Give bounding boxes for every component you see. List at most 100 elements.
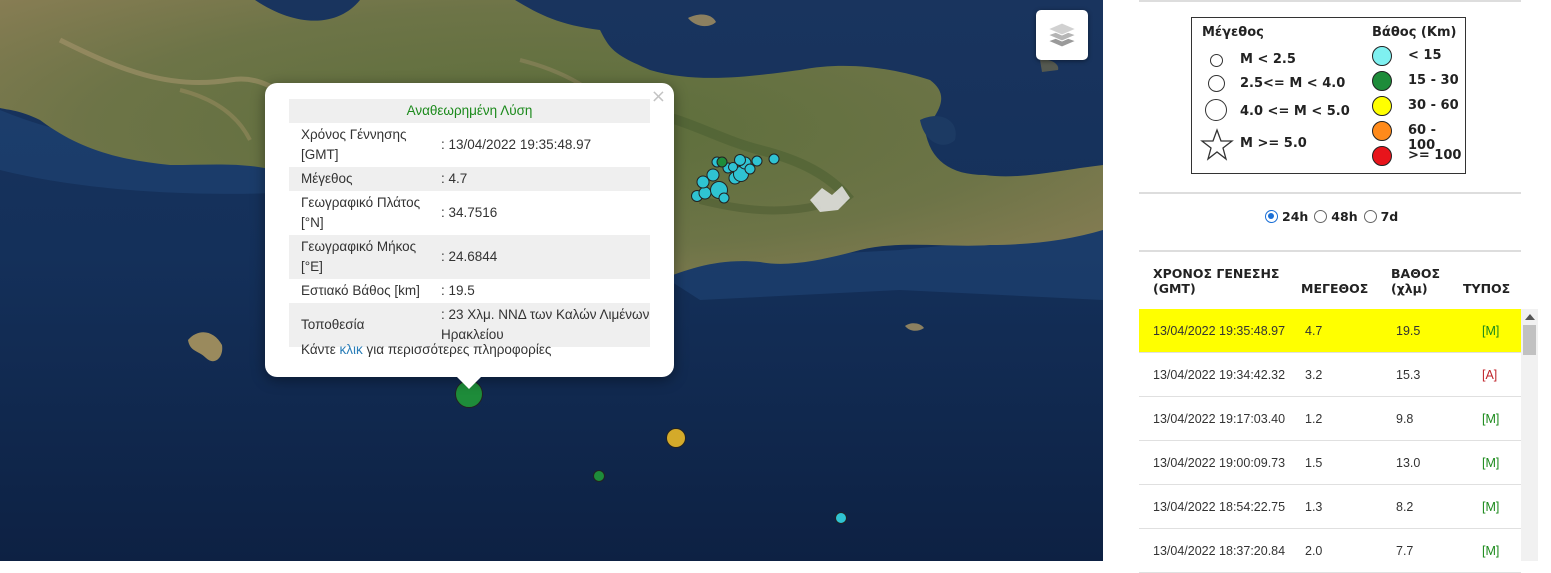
- cell-depth: 19.5: [1396, 324, 1421, 338]
- cell-magnitude: 4.7: [1305, 324, 1323, 338]
- magnitude-large-icon: [1205, 99, 1227, 121]
- more-info-prefix: Κάντε: [301, 342, 336, 357]
- quake-marker[interactable]: [751, 155, 763, 167]
- table-row[interactable]: 13/04/2022 18:37:20.84 2.0 7.7 [M]: [1139, 529, 1521, 573]
- cell-depth: 7.7: [1396, 544, 1414, 558]
- cell-type: [A]: [1482, 368, 1498, 382]
- magnitude-small-icon: [1210, 54, 1223, 67]
- depth-color-icon: [1372, 71, 1392, 91]
- earthquake-popup: × Αναθεωρημένη Λύση Χρόνος Γέννησης [GMT…: [265, 83, 674, 377]
- detail-value: : 34.7516: [441, 205, 498, 220]
- radio-icon: [1363, 210, 1377, 223]
- cell-depth: 8.2: [1396, 500, 1414, 514]
- table-row[interactable]: 13/04/2022 18:54:22.75 1.3 8.2 [M]: [1139, 485, 1521, 529]
- header-depth[interactable]: ΒΑΘΟΣ (χλμ): [1391, 266, 1440, 296]
- filter-label: 7d: [1380, 209, 1399, 224]
- cell-time: 13/04/2022 19:00:09.73: [1153, 456, 1286, 470]
- earthquake-list: 13/04/2022 19:35:48.97 4.7 19.5 [M] 13/0…: [1139, 309, 1521, 573]
- depth-color-icon: [1372, 121, 1392, 141]
- table-row[interactable]: 13/04/2022 19:34:42.32 3.2 15.3 [A]: [1139, 353, 1521, 397]
- popup-details-table: Αναθεωρημένη Λύση Χρόνος Γέννησης [GMT]:…: [289, 99, 650, 347]
- cell-type: [M]: [1482, 500, 1500, 514]
- table-row[interactable]: 13/04/2022 19:17:03.40 1.2 9.8 [M]: [1139, 397, 1521, 441]
- header-type[interactable]: ΤΥΠΟΣ: [1463, 281, 1510, 296]
- detail-label: Χρόνος Γέννησης [GMT]: [301, 127, 407, 162]
- header-magnitude[interactable]: ΜΕΓΕΘΟΣ: [1301, 281, 1368, 296]
- quake-marker[interactable]: [706, 168, 720, 182]
- cell-time: 13/04/2022 18:54:22.75: [1153, 500, 1286, 514]
- cell-magnitude: 1.3: [1305, 500, 1323, 514]
- legend-magnitude-label: M >= 5.0: [1240, 136, 1307, 151]
- magnitude-medium-icon: [1208, 75, 1225, 92]
- legend-magnitude-label: M < 2.5: [1240, 52, 1296, 67]
- header-time[interactable]: ΧΡΟΝΟΣ ΓΕΝΕΣΗΣ (GMT): [1153, 266, 1279, 296]
- quake-marker[interactable]: [666, 428, 686, 448]
- legend-magnitude-title: Μέγεθος: [1202, 25, 1264, 40]
- cell-magnitude: 3.2: [1305, 368, 1323, 382]
- detail-label: Τοποθεσία: [289, 303, 441, 347]
- cell-time: 13/04/2022 19:34:42.32: [1153, 368, 1286, 382]
- depth-color-icon: [1372, 46, 1392, 66]
- cell-time: 13/04/2022 19:17:03.40: [1153, 412, 1286, 426]
- cell-depth: 13.0: [1396, 456, 1421, 470]
- cell-type: [M]: [1482, 324, 1500, 338]
- radio-icon: [1314, 210, 1328, 223]
- legend-depth-label: >= 100: [1408, 148, 1462, 163]
- more-info-text: Κάντε κλικ για περισσότερες πληροφορίες: [301, 342, 551, 357]
- side-panel: Μέγεθος Βάθος (Km) M < 2.5 2.5<= M < 4.0…: [1103, 0, 1551, 573]
- table-row[interactable]: 13/04/2022 19:35:48.97 4.7 19.5 [M]: [1139, 309, 1521, 353]
- quake-marker[interactable]: [835, 512, 847, 524]
- header-depth-line2: (χλμ): [1391, 281, 1428, 296]
- cell-depth: 15.3: [1396, 368, 1421, 382]
- filter-7d-radio[interactable]: 7d: [1363, 209, 1399, 224]
- scrollbar[interactable]: [1521, 309, 1538, 561]
- layers-icon: [1046, 22, 1078, 48]
- depth-color-icon: [1372, 146, 1392, 166]
- cell-type: [M]: [1482, 456, 1500, 470]
- cell-magnitude: 1.2: [1305, 412, 1323, 426]
- header-time-line1: ΧΡΟΝΟΣ ΓΕΝΕΣΗΣ: [1153, 266, 1280, 281]
- divider: [1139, 0, 1521, 2]
- cell-magnitude: 1.5: [1305, 456, 1323, 470]
- cell-time: 13/04/2022 19:35:48.97: [1153, 324, 1286, 338]
- scroll-up-icon[interactable]: [1525, 314, 1535, 320]
- more-info-suffix: για περισσότερες πληροφορίες: [366, 342, 552, 357]
- scrollbar-thumb[interactable]: [1523, 325, 1536, 355]
- more-info-link[interactable]: κλικ: [340, 342, 363, 357]
- detail-label: Γεωγραφικό Μήκος [°E]: [289, 235, 441, 279]
- filter-label: 24h: [1282, 209, 1309, 224]
- header-depth-line1: ΒΑΘΟΣ: [1391, 266, 1440, 281]
- detail-label: Γεωγραφικό Πλάτος [°N]: [301, 195, 421, 230]
- cell-depth: 9.8: [1396, 412, 1414, 426]
- cell-time: 13/04/2022 18:37:20.84: [1153, 544, 1286, 558]
- cell-type: [M]: [1482, 412, 1500, 426]
- popup-tip: [456, 376, 482, 389]
- detail-value: : 4.7: [441, 167, 650, 191]
- quake-marker[interactable]: [716, 156, 728, 168]
- filter-48h-radio[interactable]: 48h: [1314, 209, 1358, 224]
- divider: [1139, 192, 1521, 194]
- legend-depth-title: Βάθος (Km): [1372, 25, 1457, 40]
- table-row[interactable]: 13/04/2022 19:00:09.73 1.5 13.0 [M]: [1139, 441, 1521, 485]
- legend-depth-label: < 15: [1408, 48, 1442, 63]
- depth-color-icon: [1372, 96, 1392, 116]
- detail-label: Μέγεθος: [289, 167, 441, 191]
- detail-label: Εστιακό Βάθος [km]: [301, 283, 420, 298]
- quake-marker[interactable]: [728, 162, 738, 172]
- cell-type: [M]: [1482, 544, 1500, 558]
- legend-magnitude-label: 2.5<= M < 4.0: [1240, 76, 1346, 91]
- detail-value: : 19.5: [441, 283, 475, 298]
- divider: [1139, 250, 1521, 252]
- detail-value: : 13/04/2022 19:35:48.97: [441, 137, 592, 152]
- close-icon[interactable]: ×: [651, 87, 666, 107]
- filter-24h-radio[interactable]: 24h: [1265, 209, 1308, 224]
- quake-marker[interactable]: [593, 470, 605, 482]
- legend-magnitude-label: 4.0 <= M < 5.0: [1240, 104, 1350, 119]
- legend-depth-label: 30 - 60: [1408, 98, 1459, 113]
- layers-button[interactable]: [1036, 10, 1088, 60]
- map[interactable]: × Αναθεωρημένη Λύση Χρόνος Γέννησης [GMT…: [0, 0, 1103, 561]
- quake-marker[interactable]: [718, 192, 730, 204]
- popup-title: Αναθεωρημένη Λύση: [289, 99, 650, 123]
- detail-value: : 24.6844: [441, 235, 650, 279]
- quake-marker[interactable]: [768, 153, 780, 165]
